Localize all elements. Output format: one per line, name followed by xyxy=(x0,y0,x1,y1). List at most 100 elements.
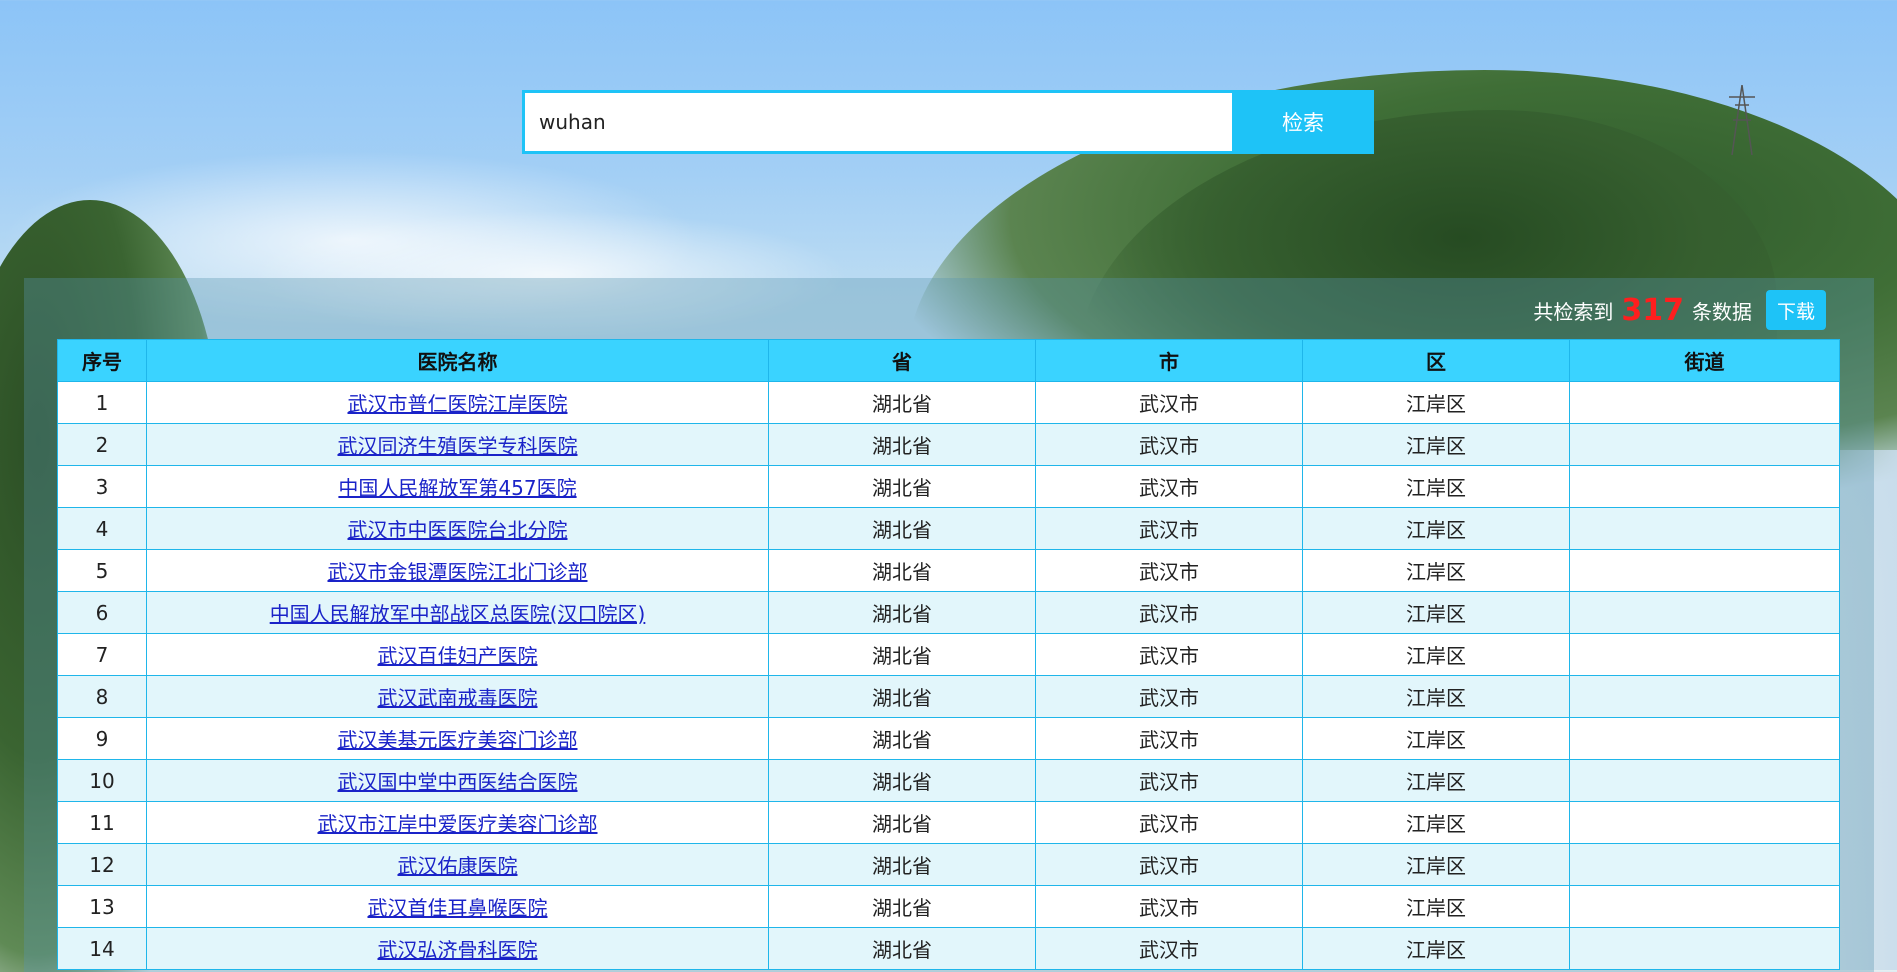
cell-province: 湖北省 xyxy=(768,633,1036,676)
table-row: 1 武汉市普仁医院江岸医院 湖北省 武汉市 江岸区 xyxy=(57,381,1840,424)
cell-city: 武汉市 xyxy=(1035,591,1303,634)
hospital-link[interactable]: 武汉佑康医院 xyxy=(398,854,518,878)
cell-province: 湖北省 xyxy=(768,465,1036,508)
cell-hospital-name: 中国人民解放军中部战区总医院(汉口院区) xyxy=(146,591,769,634)
cell-index: 14 xyxy=(57,927,147,970)
results-table: 序号 医院名称 省 市 区 街道 1 武汉市普仁医院江岸医院 湖北省 武汉市 江岸区 2 武… xyxy=(57,339,1840,970)
cell-city: 武汉市 xyxy=(1035,507,1303,550)
search-input[interactable] xyxy=(522,90,1232,154)
cell-index: 4 xyxy=(57,507,147,550)
cell-hospital-name: 武汉同济生殖医学专科医院 xyxy=(146,423,769,466)
hospital-link[interactable]: 武汉国中堂中西医结合医院 xyxy=(338,770,578,794)
cell-street xyxy=(1569,927,1840,970)
cell-street xyxy=(1569,549,1840,592)
cell-index: 8 xyxy=(57,675,147,718)
hospital-link[interactable]: 武汉武南戒毒医院 xyxy=(378,686,538,710)
hospital-link[interactable]: 武汉市中医医院台北分院 xyxy=(348,518,568,542)
cell-index: 1 xyxy=(57,381,147,424)
cell-street xyxy=(1569,801,1840,844)
cell-street xyxy=(1569,759,1840,802)
cell-city: 武汉市 xyxy=(1035,675,1303,718)
table-row: 10 武汉国中堂中西医结合医院 湖北省 武汉市 江岸区 xyxy=(57,759,1840,802)
cell-street xyxy=(1569,591,1840,634)
table-row: 5 武汉市金银潭医院江北门诊部 湖北省 武汉市 江岸区 xyxy=(57,549,1840,592)
cell-hospital-name: 武汉市普仁医院江岸医院 xyxy=(146,381,769,424)
search-button[interactable]: 检索 xyxy=(1232,90,1374,154)
table-row: 9 武汉美基元医疗美容门诊部 湖北省 武汉市 江岸区 xyxy=(57,717,1840,760)
hospital-link[interactable]: 中国人民解放军中部战区总医院(汉口院区) xyxy=(270,602,646,626)
table-header-row: 序号 医院名称 省 市 区 街道 xyxy=(57,339,1840,382)
cell-hospital-name: 武汉市中医医院台北分院 xyxy=(146,507,769,550)
cell-index: 3 xyxy=(57,465,147,508)
cell-street xyxy=(1569,885,1840,928)
cell-province: 湖北省 xyxy=(768,801,1036,844)
hospital-link[interactable]: 中国人民解放军第457医院 xyxy=(338,476,576,500)
hospital-link[interactable]: 武汉首佳耳鼻喉医院 xyxy=(368,896,548,920)
table-row: 6 中国人民解放军中部战区总医院(汉口院区) 湖北省 武汉市 江岸区 xyxy=(57,591,1840,634)
cell-province: 湖北省 xyxy=(768,759,1036,802)
hospital-link[interactable]: 武汉弘济骨科医院 xyxy=(378,938,538,962)
cell-hospital-name: 武汉弘济骨科医院 xyxy=(146,927,769,970)
hospital-link[interactable]: 武汉市普仁医院江岸医院 xyxy=(348,392,568,416)
cell-province: 湖北省 xyxy=(768,423,1036,466)
hospital-link[interactable]: 武汉同济生殖医学专科医院 xyxy=(338,434,578,458)
cell-province: 湖北省 xyxy=(768,885,1036,928)
cell-city: 武汉市 xyxy=(1035,381,1303,424)
cell-street xyxy=(1569,633,1840,676)
cell-district: 江岸区 xyxy=(1302,633,1570,676)
cell-hospital-name: 武汉市江岸中爱医疗美容门诊部 xyxy=(146,801,769,844)
cell-district: 江岸区 xyxy=(1302,549,1570,592)
cell-hospital-name: 武汉佑康医院 xyxy=(146,843,769,886)
cell-index: 13 xyxy=(57,885,147,928)
cell-province: 湖北省 xyxy=(768,591,1036,634)
table-row: 14 武汉弘济骨科医院 湖北省 武汉市 江岸区 xyxy=(57,927,1840,970)
cell-city: 武汉市 xyxy=(1035,843,1303,886)
cell-district: 江岸区 xyxy=(1302,465,1570,508)
download-button[interactable]: 下载 xyxy=(1766,290,1826,330)
cell-province: 湖北省 xyxy=(768,717,1036,760)
power-tower-icon xyxy=(1729,85,1755,155)
table-row: 2 武汉同济生殖医学专科医院 湖北省 武汉市 江岸区 xyxy=(57,423,1840,466)
cell-province: 湖北省 xyxy=(768,507,1036,550)
cell-district: 江岸区 xyxy=(1302,423,1570,466)
cell-index: 5 xyxy=(57,549,147,592)
table-row: 12 武汉佑康医院 湖北省 武汉市 江岸区 xyxy=(57,843,1840,886)
cell-hospital-name: 武汉国中堂中西医结合医院 xyxy=(146,759,769,802)
summary-prefix: 共检索到 xyxy=(1533,299,1614,324)
hospital-link[interactable]: 武汉百佳妇产医院 xyxy=(378,644,538,668)
cell-hospital-name: 中国人民解放军第457医院 xyxy=(146,465,769,508)
cell-province: 湖北省 xyxy=(768,675,1036,718)
cell-district: 江岸区 xyxy=(1302,381,1570,424)
cell-index: 12 xyxy=(57,843,147,886)
cell-city: 武汉市 xyxy=(1035,759,1303,802)
cell-hospital-name: 武汉武南戒毒医院 xyxy=(146,675,769,718)
cell-city: 武汉市 xyxy=(1035,465,1303,508)
cell-hospital-name: 武汉百佳妇产医院 xyxy=(146,633,769,676)
cell-street xyxy=(1569,507,1840,550)
cell-city: 武汉市 xyxy=(1035,423,1303,466)
hospital-link[interactable]: 武汉市金银潭医院江北门诊部 xyxy=(328,560,588,584)
table-row: 13 武汉首佳耳鼻喉医院 湖北省 武汉市 江岸区 xyxy=(57,885,1840,928)
hospital-link[interactable]: 武汉市江岸中爱医疗美容门诊部 xyxy=(318,812,598,836)
hospital-link[interactable]: 武汉美基元医疗美容门诊部 xyxy=(338,728,578,752)
cell-province: 湖北省 xyxy=(768,927,1036,970)
cell-index: 11 xyxy=(57,801,147,844)
cell-district: 江岸区 xyxy=(1302,675,1570,718)
cell-province: 湖北省 xyxy=(768,381,1036,424)
cell-province: 湖北省 xyxy=(768,843,1036,886)
cell-city: 武汉市 xyxy=(1035,801,1303,844)
table-row: 4 武汉市中医医院台北分院 湖北省 武汉市 江岸区 xyxy=(57,507,1840,550)
cell-hospital-name: 武汉首佳耳鼻喉医院 xyxy=(146,885,769,928)
cell-city: 武汉市 xyxy=(1035,885,1303,928)
cell-district: 江岸区 xyxy=(1302,507,1570,550)
cell-city: 武汉市 xyxy=(1035,717,1303,760)
cell-district: 江岸区 xyxy=(1302,927,1570,970)
cell-district: 江岸区 xyxy=(1302,801,1570,844)
cell-street xyxy=(1569,843,1840,886)
header-hospital-name: 医院名称 xyxy=(146,339,769,382)
cell-hospital-name: 武汉市金银潭医院江北门诊部 xyxy=(146,549,769,592)
cell-street xyxy=(1569,465,1840,508)
cell-city: 武汉市 xyxy=(1035,549,1303,592)
header-index: 序号 xyxy=(57,339,147,382)
cell-district: 江岸区 xyxy=(1302,843,1570,886)
